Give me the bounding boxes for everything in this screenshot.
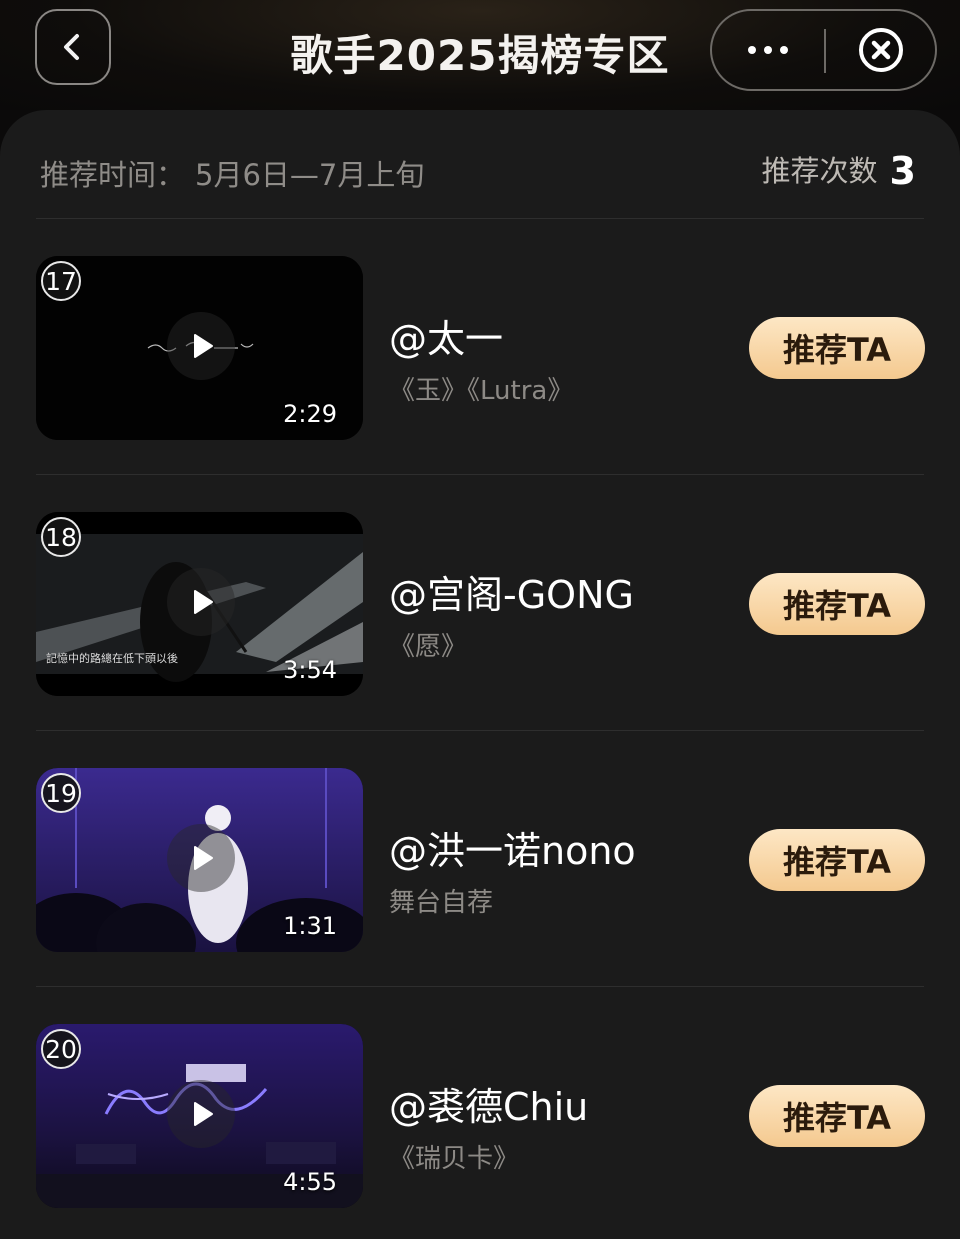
rank-badge: 17 xyxy=(41,261,81,301)
play-button[interactable] xyxy=(167,312,235,380)
video-duration: 2:29 xyxy=(283,400,337,428)
play-icon xyxy=(194,590,213,614)
more-button[interactable] xyxy=(712,11,824,89)
divider xyxy=(36,730,924,731)
song-list: 舞台自荐 xyxy=(389,888,494,918)
recommend-info: 推荐时间： 5月6日—7月上旬 推荐次数 3 xyxy=(40,148,916,194)
recommend-button[interactable]: 推荐TA xyxy=(749,1085,925,1147)
singer-name[interactable]: @洪一诺nono xyxy=(389,820,636,875)
recommend-count-value: 3 xyxy=(889,149,916,193)
recommend-count: 推荐次数 3 xyxy=(762,148,916,193)
divider xyxy=(36,218,924,219)
play-button[interactable] xyxy=(167,568,235,636)
recommend-count-label: 推荐次数 xyxy=(761,154,878,188)
divider xyxy=(36,986,924,987)
play-icon xyxy=(194,846,213,870)
more-dots-icon xyxy=(748,46,788,54)
recommend-time: 推荐时间： 5月6日—7月上旬 xyxy=(40,152,424,194)
mini-program-capsule xyxy=(710,9,937,91)
song-list: 《瑞贝卡》 xyxy=(389,1144,520,1174)
top-bar: 歌手2025揭榜专区 xyxy=(0,0,960,110)
rank-badge: 18 xyxy=(41,517,81,557)
recommend-button[interactable]: 推荐TA xyxy=(749,317,925,379)
list-item: 19 1:31 @洪一诺nono 舞台自荐 推荐TA xyxy=(36,768,925,952)
video-duration: 4:55 xyxy=(283,1168,337,1196)
list-item: 18 記憶中的路總在低下頭以後 3:54 @宫阁-GONG 《愿》 推荐TA xyxy=(36,512,925,696)
recommend-time-label: 推荐时间 xyxy=(40,158,157,192)
rank-badge: 19 xyxy=(41,773,81,813)
song-list: 《玉》《Lutra》 xyxy=(389,376,574,406)
ranking-panel: 推荐时间： 5月6日—7月上旬 推荐次数 3 17 2:29 @太一 《玉》《Lut… xyxy=(0,110,960,1239)
video-thumbnail[interactable]: 18 記憶中的路總在低下頭以後 3:54 xyxy=(36,512,363,696)
video-thumbnail[interactable]: 19 1:31 xyxy=(36,768,363,952)
video-duration: 3:54 xyxy=(283,656,337,684)
rank-badge: 20 xyxy=(41,1029,81,1069)
list-item: 20 4:55 @裘德Chiu 《瑞贝卡》 推荐TA xyxy=(36,1024,925,1208)
recommend-time-value: 5月6日—7月上旬 xyxy=(195,158,425,192)
singer-name[interactable]: @裘德Chiu xyxy=(389,1076,588,1131)
song-list: 《愿》 xyxy=(389,632,468,662)
video-thumbnail[interactable]: 20 4:55 xyxy=(36,1024,363,1208)
close-button[interactable] xyxy=(826,11,936,89)
video-thumbnail[interactable]: 17 2:29 xyxy=(36,256,363,440)
play-icon xyxy=(194,1102,213,1126)
singer-name[interactable]: @宫阁-GONG xyxy=(389,564,634,619)
play-button[interactable] xyxy=(167,824,235,892)
divider xyxy=(36,474,924,475)
subtitle-caption: 記憶中的路總在低下頭以後 xyxy=(46,652,178,665)
play-button[interactable] xyxy=(167,1080,235,1148)
recommend-time-colon: ： xyxy=(156,158,186,192)
video-duration: 1:31 xyxy=(283,912,337,940)
recommend-button[interactable]: 推荐TA xyxy=(749,829,925,891)
list-item: 17 2:29 @太一 《玉》《Lutra》 推荐TA xyxy=(36,256,925,440)
close-circle-icon xyxy=(859,28,903,72)
recommend-button[interactable]: 推荐TA xyxy=(749,573,925,635)
play-icon xyxy=(194,334,213,358)
singer-name[interactable]: @太一 xyxy=(389,308,503,363)
